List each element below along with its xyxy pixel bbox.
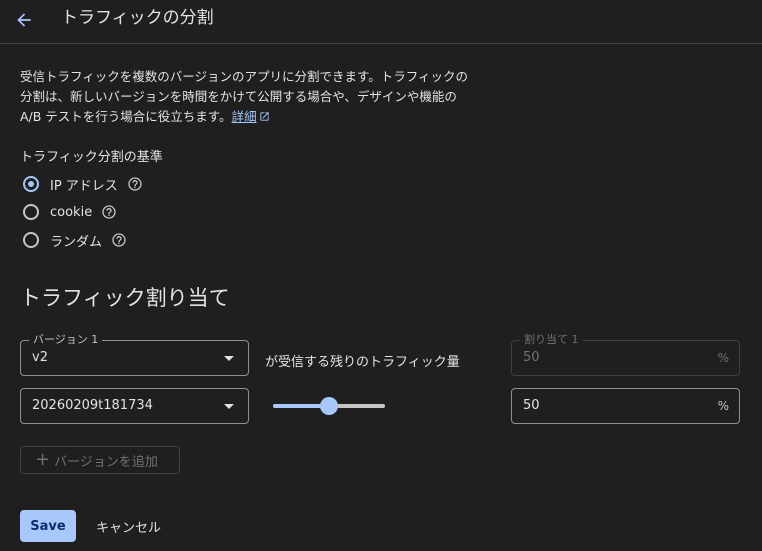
plus-icon: + [35,449,51,470]
page-title: トラフィックの分割 [61,8,214,28]
external-link-icon [259,112,269,121]
description-line-2: 分割は、新しいバージョンを時間をかけて公開する場合や、デザインや機能の [20,89,457,104]
allocation-1-legend: 割り当て 1 [520,333,583,347]
percent-unit: % [717,351,729,365]
radio-random[interactable] [23,232,39,248]
radio-option-random[interactable]: ランダム [23,229,127,251]
version-1-legend: バージョン 1 [29,333,103,347]
radio-cookie[interactable] [23,204,39,220]
slider-thumb[interactable] [320,397,338,415]
traffic-allocation-title: トラフィック割り当て [20,286,230,310]
version-1-select[interactable]: バージョン 1 v2 [20,333,249,376]
description: 受信トラフィックを複数のバージョンのアプリに分割できます。トラフィックの 分割は… [20,67,530,127]
learn-more-link[interactable]: 詳細 [232,109,270,124]
split-basis-label: トラフィック分割の基準 [20,150,163,165]
version-2-select[interactable]: 20260209t181734 [20,388,249,424]
allocation-1-field: 割り当て 1 50 % [511,333,740,376]
allocation-2-input[interactable]: 50 % [511,388,740,424]
header-bar: トラフィックの分割 [0,0,762,44]
receives-remaining-text: が受信する残りのトラフィック量 [265,355,460,370]
percent-unit: % [717,399,729,413]
description-line-3: A/B テストを行う場合に役立ちます。 [20,109,232,124]
radio-label-cookie: cookie [50,204,93,220]
radio-label-random: ランダム [50,234,103,250]
allocation-1-value: 50 [523,350,540,365]
radio-label-ip-address: IP アドレス [50,178,118,194]
help-icon[interactable] [127,176,143,192]
add-version-button[interactable]: + バージョンを追加 [20,446,180,474]
back-button[interactable] [10,6,38,34]
traffic-split-page: トラフィックの分割 受信トラフィックを複数のバージョンのアプリに分割できます。ト… [0,0,762,551]
radio-option-cookie[interactable]: cookie [23,201,117,223]
allocation-2-value: 50 [523,398,540,413]
description-line-1: 受信トラフィックを複数のバージョンのアプリに分割できます。トラフィックの [20,69,469,84]
version-1-value: v2 [32,350,48,365]
allocation-slider[interactable] [273,396,385,416]
version-2-value: 20260209t181734 [32,398,153,413]
help-icon[interactable] [111,232,127,248]
radio-ip-address[interactable] [23,176,39,192]
help-icon[interactable] [101,204,117,220]
save-button[interactable]: Save [20,510,76,542]
cancel-button[interactable]: キャンセル [86,510,171,542]
learn-more-link-text: 詳細 [231,109,257,124]
radio-option-ip-address[interactable]: IP アドレス [23,173,143,195]
add-version-label: バージョンを追加 [54,454,158,470]
dropdown-arrow-icon [224,404,234,409]
arrow-back-icon [17,13,31,27]
dropdown-arrow-icon [224,356,234,361]
